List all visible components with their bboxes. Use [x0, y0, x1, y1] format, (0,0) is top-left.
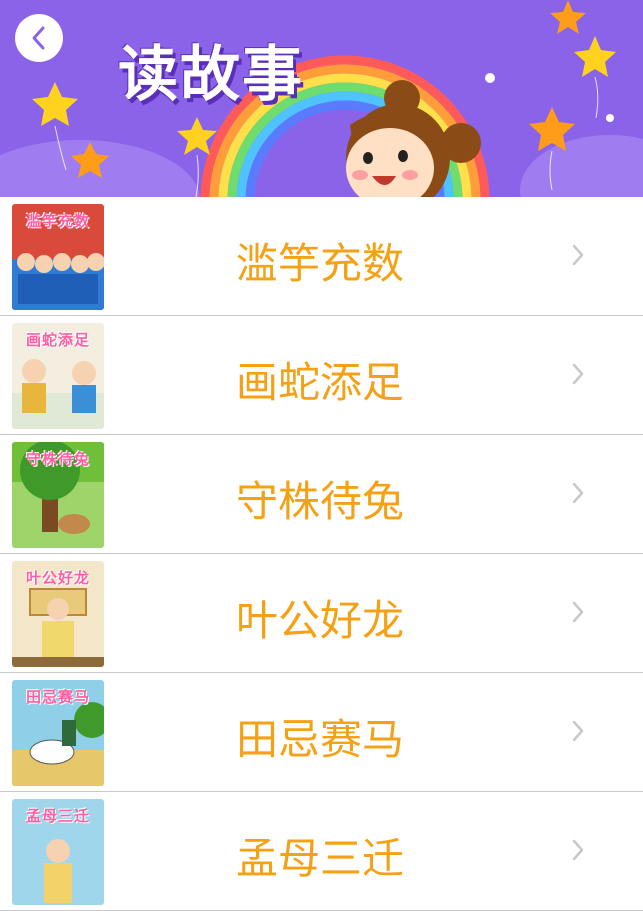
story-row-3[interactable]: 守株待兔 守株待兔 [0, 435, 643, 554]
chevron-right-icon [572, 482, 584, 504]
chevron-right-icon [572, 720, 584, 742]
chevron-left-icon [32, 26, 45, 50]
story-thumbnail: 画蛇添足 [12, 323, 104, 429]
header-banner: 读故事 [0, 0, 643, 197]
story-thumbnail: 孟母三迁 [12, 799, 104, 905]
story-title: 滥竽充数 [235, 239, 404, 288]
story-title: 守株待兔 [235, 477, 404, 526]
story-row-4[interactable]: 叶公好龙 叶公好龙 [0, 554, 643, 673]
story-thumbnail: 守株待兔 [12, 442, 104, 548]
story-thumbnail: 田忌赛马 [12, 680, 104, 786]
chevron-right-icon [572, 363, 584, 385]
story-title: 田忌赛马 [235, 715, 404, 764]
story-title: 叶公好龙 [235, 596, 404, 645]
story-title: 画蛇添足 [235, 358, 404, 407]
story-row-1[interactable]: 滥竽充数 滥竽充数 [0, 197, 643, 316]
story-thumbnail: 叶公好龙 [12, 561, 104, 667]
back-button[interactable] [15, 14, 63, 62]
story-thumbnail: 滥竽充数 [12, 204, 104, 310]
chevron-right-icon [572, 601, 584, 623]
story-row-5[interactable]: 田忌赛马 田忌赛马 [0, 673, 643, 792]
story-title: 孟母三迁 [235, 834, 404, 883]
chevron-right-icon [572, 839, 584, 861]
story-list: 滥竽充数 滥竽充数 画蛇添足 画蛇添足 守株待兔 守株待兔 叶公好龙 叶公好龙 … [0, 197, 643, 911]
page-title: 读故事 [118, 40, 304, 110]
chevron-right-icon [572, 244, 584, 266]
story-row-2[interactable]: 画蛇添足 画蛇添足 [0, 316, 643, 435]
story-row-6[interactable]: 孟母三迁 孟母三迁 [0, 792, 643, 911]
banner-illustration [0, 0, 643, 197]
